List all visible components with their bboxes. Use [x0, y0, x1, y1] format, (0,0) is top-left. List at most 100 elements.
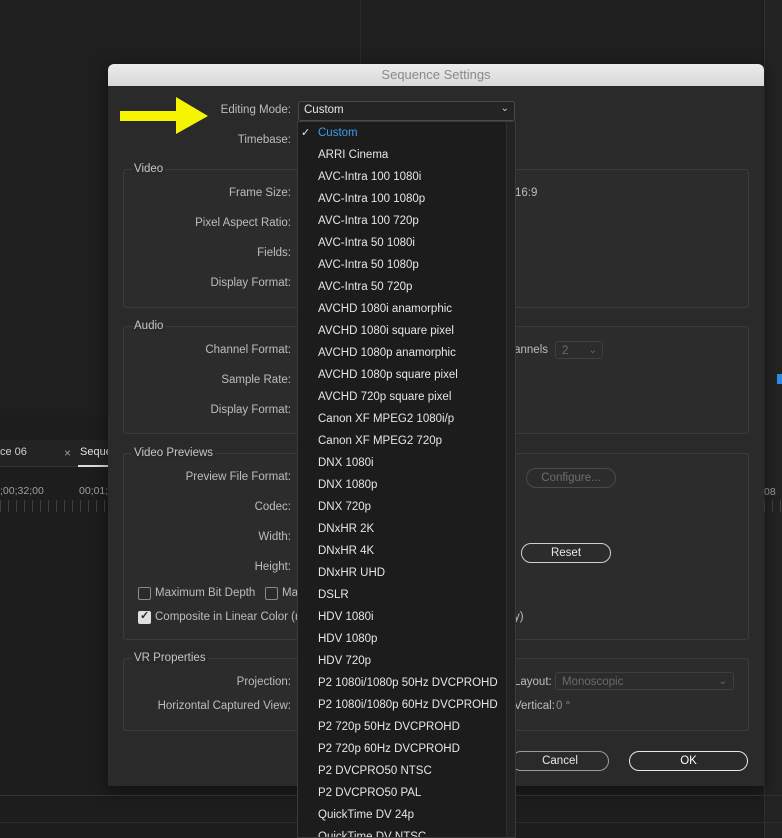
- channels-select[interactable]: 2 ⌄: [555, 341, 603, 359]
- dropdown-option[interactable]: HDV 1080p: [298, 628, 505, 650]
- dropdown-option[interactable]: AVCHD 1080i anamorphic: [298, 298, 505, 320]
- dropdown-option[interactable]: AVC-Intra 100 720p: [298, 210, 505, 232]
- dropdown-option[interactable]: ✓ Custom: [298, 122, 505, 144]
- composite-linear-color-label: Composite in Linear Color (re: [155, 611, 306, 623]
- dropdown-option[interactable]: Canon XF MPEG2 1080i/p: [298, 408, 505, 430]
- layout-select[interactable]: Monoscopic ⌄: [555, 672, 734, 690]
- sequence-tab-partial[interactable]: ce 06: [0, 446, 27, 458]
- timeline-ruler[interactable]: [0, 500, 108, 512]
- composite-linear-color-checkbox[interactable]: [138, 609, 151, 624]
- dialog-title: Sequence Settings: [108, 64, 764, 86]
- dropdown-option-label: DNX 1080i: [318, 457, 374, 469]
- dropdown-option[interactable]: AVC-Intra 100 1080p: [298, 188, 505, 210]
- max-render-quality-label: Ma: [282, 587, 298, 599]
- audio-display-format-label: Display Format:: [210, 404, 291, 416]
- projection-label: Projection:: [236, 676, 291, 688]
- dropdown-option-label: AVC-Intra 100 1080p: [318, 193, 426, 205]
- layout-value: Monoscopic: [562, 676, 624, 688]
- ok-button[interactable]: OK: [629, 751, 748, 771]
- dropdown-option[interactable]: DNX 720p: [298, 496, 505, 518]
- codec-label: Codec:: [254, 501, 291, 513]
- dropdown-option[interactable]: P2 720p 60Hz DVCPROHD: [298, 738, 505, 760]
- timeline-ruler[interactable]: [764, 500, 782, 512]
- dropdown-option-label: HDV 1080i: [318, 611, 374, 623]
- editing-mode-value: Custom: [304, 104, 344, 116]
- dropdown-option-label: AVC-Intra 50 1080i: [318, 237, 415, 249]
- dropdown-option[interactable]: AVC-Intra 100 1080i: [298, 166, 505, 188]
- dropdown-option[interactable]: AVCHD 1080p square pixel: [298, 364, 505, 386]
- dropdown-option-label: AVC-Intra 50 720p: [318, 281, 413, 293]
- dropdown-option[interactable]: ARRI Cinema: [298, 144, 505, 166]
- dropdown-option-label: DNxHR 4K: [318, 545, 375, 557]
- dropdown-option[interactable]: AVCHD 1080i square pixel: [298, 320, 505, 342]
- channels-value: 2: [562, 345, 569, 357]
- dropdown-option-label: P2 DVCPRO50 PAL: [318, 787, 422, 799]
- dropdown-option-label: DSLR: [318, 589, 349, 601]
- dropdown-option-label: AVCHD 720p square pixel: [318, 391, 452, 403]
- dropdown-option-label: AVCHD 1080p square pixel: [318, 369, 458, 381]
- dropdown-option-label: P2 720p 60Hz DVCPROHD: [318, 743, 460, 755]
- dropdown-option[interactable]: Canon XF MPEG2 720p: [298, 430, 505, 452]
- dropdown-option[interactable]: AVC-Intra 50 720p: [298, 276, 505, 298]
- background-right-strip: [764, 0, 782, 838]
- dropdown-option-label: AVCHD 1080i anamorphic: [318, 303, 453, 315]
- dropdown-option-label: Canon XF MPEG2 1080i/p: [318, 413, 455, 425]
- dropdown-option[interactable]: DNX 1080p: [298, 474, 505, 496]
- max-bit-depth-checkbox[interactable]: [138, 587, 151, 600]
- configure-button[interactable]: Configure...: [526, 468, 616, 488]
- sample-rate-label: Sample Rate:: [221, 374, 291, 386]
- video-group-title: Video: [132, 163, 166, 175]
- dropdown-option[interactable]: DSLR: [298, 584, 505, 606]
- dropdown-option-label: AVCHD 1080i square pixel: [318, 325, 454, 337]
- dropdown-option[interactable]: HDV 1080i: [298, 606, 505, 628]
- dropdown-option-label: AVC-Intra 100 1080i: [318, 171, 422, 183]
- dropdown-option[interactable]: DNxHR 4K: [298, 540, 505, 562]
- dropdown-option[interactable]: AVC-Intra 50 1080p: [298, 254, 505, 276]
- chevron-down-icon: ⌄: [718, 676, 727, 687]
- dropdown-option[interactable]: DNxHR UHD: [298, 562, 505, 584]
- preview-file-format-label: Preview File Format:: [185, 471, 291, 483]
- background-panel-right: [361, 0, 761, 64]
- dropdown-option-label: ARRI Cinema: [318, 149, 389, 161]
- dropdown-option-label: AVCHD 1080p anamorphic: [318, 347, 456, 359]
- dropdown-option[interactable]: P2 1080i/1080p 50Hz DVCPROHD: [298, 672, 505, 694]
- max-bit-depth-label: Maximum Bit Depth: [155, 587, 256, 599]
- dropdown-option[interactable]: DNxHR 2K: [298, 518, 505, 540]
- dropdown-option[interactable]: AVCHD 1080p anamorphic: [298, 342, 505, 364]
- dropdown-option[interactable]: QuickTime DV NTSC: [298, 826, 505, 838]
- dropdown-option-label: QuickTime DV NTSC: [318, 831, 427, 838]
- timeline-timecode: 08: [764, 486, 776, 498]
- dropdown-option-label: Custom: [318, 127, 358, 139]
- audio-group-title: Audio: [132, 320, 166, 332]
- dropdown-option[interactable]: P2 1080i/1080p 60Hz DVCPROHD: [298, 694, 505, 716]
- fields-label: Fields:: [257, 247, 291, 259]
- dropdown-option-label: HDV 1080p: [318, 633, 378, 645]
- tab-close-icon[interactable]: ×: [64, 446, 71, 460]
- dropdown-option[interactable]: P2 DVCPRO50 NTSC: [298, 760, 505, 782]
- editing-mode-dropdown-list[interactable]: ✓ Custom ARRI Cinema AVC-Intra 100 1080i AVC…: [297, 121, 516, 838]
- dropdown-option-label: DNxHR UHD: [318, 567, 386, 579]
- max-render-quality-checkbox[interactable]: [265, 587, 278, 600]
- timeline-timecode: 00;01;: [79, 485, 109, 497]
- dropdown-scrollbar[interactable]: [506, 122, 515, 837]
- dropdown-option[interactable]: QuickTime DV 24p: [298, 804, 505, 826]
- reset-button[interactable]: Reset: [521, 543, 611, 563]
- channel-format-label: Channel Format:: [205, 344, 291, 356]
- dropdown-option-label: P2 DVCPRO50 NTSC: [318, 765, 432, 777]
- vr-properties-group-title: VR Properties: [132, 652, 208, 664]
- video-display-format-label: Display Format:: [210, 277, 291, 289]
- pixel-aspect-ratio-label: Pixel Aspect Ratio:: [195, 217, 291, 229]
- editing-mode-select[interactable]: Custom ⌄: [298, 101, 515, 121]
- frame-size-label: Frame Size:: [229, 187, 291, 199]
- dropdown-option[interactable]: AVC-Intra 50 1080i: [298, 232, 505, 254]
- dropdown-option[interactable]: P2 DVCPRO50 PAL: [298, 782, 505, 804]
- width-label: Width:: [258, 531, 291, 543]
- dropdown-option-label: QuickTime DV 24p: [318, 809, 415, 821]
- dropdown-option-label: P2 720p 50Hz DVCPROHD: [318, 721, 460, 733]
- dropdown-option[interactable]: HDV 720p: [298, 650, 505, 672]
- dropdown-option[interactable]: AVCHD 720p square pixel: [298, 386, 505, 408]
- checkmark-icon: ✓: [301, 127, 311, 139]
- dropdown-option[interactable]: P2 720p 50Hz DVCPROHD: [298, 716, 505, 738]
- cancel-button[interactable]: Cancel: [511, 751, 609, 771]
- dropdown-option[interactable]: DNX 1080i: [298, 452, 505, 474]
